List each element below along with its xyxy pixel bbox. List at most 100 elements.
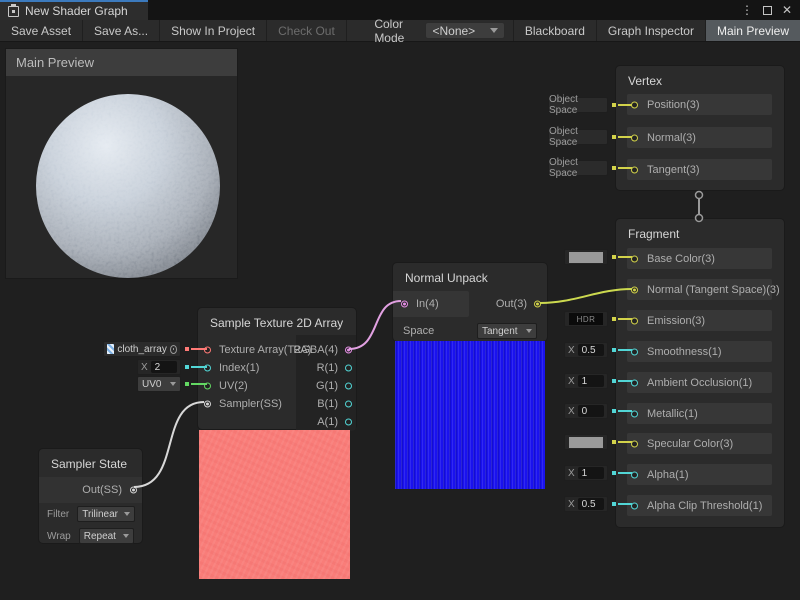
wrap-dropdown[interactable]: Repeat — [79, 528, 134, 544]
fragment-row-emission[interactable]: Emission(3) — [627, 310, 772, 331]
port-alpha-clip-threshold[interactable] — [631, 502, 638, 509]
normal-space-dropdown[interactable]: Object Space — [548, 129, 608, 145]
vertex-row-tangent[interactable]: Tangent(3) — [627, 159, 772, 180]
port-normal[interactable] — [631, 134, 638, 141]
normal-unpack-in[interactable]: In(4) — [393, 291, 469, 317]
node-sample-texture-2d-array[interactable]: Sample Texture 2D Array Texture Array(T2… — [197, 307, 357, 430]
normal-unpack-out[interactable]: Out(3) — [467, 291, 547, 317]
node-vertex[interactable]: Vertex Position(3) Normal(3) Tangent(3) — [615, 65, 785, 191]
kebab-menu-icon[interactable]: ⋮ — [741, 4, 753, 16]
main-preview-toggle-button[interactable]: Main Preview — [705, 20, 800, 41]
fragment-row-specular-color[interactable]: Specular Color(3) — [627, 433, 772, 454]
graph-canvas[interactable]: Main Preview — [0, 42, 800, 600]
value-field[interactable]: 0 — [578, 405, 604, 417]
texture-array-object-field[interactable]: cloth_array — [103, 341, 181, 357]
fragment-row-smoothness[interactable]: Smoothness(1) — [627, 341, 772, 362]
show-in-project-button[interactable]: Show In Project — [160, 20, 267, 41]
stub-dot — [612, 166, 616, 170]
alpha-field[interactable]: X1 — [564, 465, 608, 481]
row-label: B(1) — [317, 398, 338, 410]
fragment-row-alpha-clip-threshold[interactable]: Alpha Clip Threshold(1) — [627, 495, 772, 516]
port-normal-tangent-space[interactable] — [631, 286, 638, 293]
maximize-icon[interactable] — [763, 6, 772, 15]
widget-index: X2 — [137, 359, 207, 375]
tangent-space-dropdown[interactable]: Object Space — [548, 160, 608, 176]
port-tangent[interactable] — [631, 166, 638, 173]
save-as-button[interactable]: Save As... — [83, 20, 160, 41]
uv-channel-dropdown[interactable]: UV0 — [137, 376, 181, 392]
node-sampler-state[interactable]: Sampler State Out(SS) Filter Trilinear W… — [38, 448, 143, 544]
value-field[interactable]: 2 — [151, 361, 177, 373]
input-row-sampler[interactable]: Sampler(SS) — [198, 395, 282, 412]
row-label: Normal (Tangent Space)(3) — [647, 284, 780, 296]
port-base-color[interactable] — [631, 255, 638, 262]
metallic-field[interactable]: X0 — [564, 403, 608, 419]
sampler-state-out-row[interactable]: Out(SS) — [39, 477, 142, 503]
color-mode-dropdown[interactable]: <None> — [425, 22, 504, 39]
output-row-a[interactable]: A(1) — [296, 413, 356, 430]
blackboard-toggle-button[interactable]: Blackboard — [513, 20, 596, 41]
filter-dropdown[interactable]: Trilinear — [77, 506, 135, 522]
output-row-g[interactable]: G(1) — [296, 377, 356, 394]
stub-line — [618, 349, 632, 351]
fragment-row-alpha[interactable]: Alpha(1) — [627, 464, 772, 485]
main-preview-panel[interactable]: Main Preview — [5, 48, 238, 279]
output-row-rgba[interactable]: RGBA(4) — [296, 341, 356, 358]
vertex-row-position[interactable]: Position(3) — [627, 94, 772, 115]
value-field[interactable]: 1 — [578, 467, 604, 479]
port-in[interactable] — [401, 301, 408, 308]
smoothness-field[interactable]: X0.5 — [564, 342, 608, 358]
position-space-dropdown[interactable]: Object Space — [548, 97, 608, 113]
port-b[interactable] — [345, 400, 352, 407]
port-rgba[interactable] — [345, 346, 352, 353]
port-alpha[interactable] — [631, 471, 638, 478]
index-field[interactable]: X2 — [137, 359, 181, 375]
fragment-row-base-color[interactable]: Base Color(3) — [627, 248, 772, 269]
port-smoothness[interactable] — [631, 348, 638, 355]
close-icon[interactable]: ✕ — [782, 4, 792, 16]
stub-dot — [612, 348, 616, 352]
tab-new-shader-graph[interactable]: New Shader Graph — [0, 0, 148, 20]
port-g[interactable] — [345, 382, 352, 389]
sample-texture-body: Texture Array(T2A) Index(1) UV(2) Sample… — [198, 336, 356, 431]
specular-color-swatch[interactable] — [564, 434, 608, 450]
emission-hdr-swatch[interactable]: HDR — [564, 311, 608, 327]
output-row-r[interactable]: R(1) — [296, 359, 356, 376]
output-row-b[interactable]: B(1) — [296, 395, 356, 412]
fragment-row-metallic[interactable]: Metallic(1) — [627, 403, 772, 424]
graph-inspector-toggle-button[interactable]: Graph Inspector — [596, 20, 705, 41]
port-specular-color[interactable] — [631, 440, 638, 447]
alpha-clip-threshold-field[interactable]: X0.5 — [564, 496, 608, 512]
stub-line — [618, 410, 632, 412]
vertex-row-normal[interactable]: Normal(3) — [627, 127, 772, 148]
node-normal-unpack[interactable]: Normal Unpack In(4) Out(3) Space Tangent — [392, 262, 548, 342]
save-asset-button[interactable]: Save Asset — [0, 20, 83, 41]
value-field[interactable]: 0.5 — [578, 498, 604, 510]
input-row-index[interactable]: Index(1) — [198, 359, 259, 376]
port-ambient-occlusion[interactable] — [631, 379, 638, 386]
color-mode-value: <None> — [432, 24, 475, 38]
port-position[interactable] — [631, 101, 638, 108]
ambient-occlusion-field[interactable]: X1 — [564, 373, 608, 389]
port-out[interactable] — [534, 301, 541, 308]
port-r[interactable] — [345, 364, 352, 371]
stub-dot — [185, 365, 189, 369]
stub-dot — [612, 471, 616, 475]
port-out-ss[interactable] — [130, 487, 137, 494]
node-fragment[interactable]: Fragment Base Color(3) Normal (Tangent S… — [615, 218, 785, 528]
check-out-button[interactable]: Check Out — [267, 20, 347, 41]
main-preview-header[interactable]: Main Preview — [6, 49, 237, 76]
value-field[interactable]: 1 — [578, 375, 604, 387]
fragment-row-normal-tangent[interactable]: Normal (Tangent Space)(3) — [627, 279, 772, 300]
port-emission[interactable] — [631, 317, 638, 324]
port-metallic[interactable] — [631, 410, 638, 417]
fragment-row-ambient-occlusion[interactable]: Ambient Occlusion(1) — [627, 372, 772, 393]
port-sampler[interactable] — [204, 400, 211, 407]
port-a[interactable] — [345, 418, 352, 425]
space-dropdown[interactable]: Tangent — [477, 323, 537, 339]
value-field[interactable]: 0.5 — [578, 344, 604, 356]
stub-line — [191, 348, 207, 350]
base-color-swatch[interactable] — [564, 249, 608, 265]
object-picker-icon[interactable] — [170, 345, 177, 354]
widget-base-color — [564, 249, 632, 265]
